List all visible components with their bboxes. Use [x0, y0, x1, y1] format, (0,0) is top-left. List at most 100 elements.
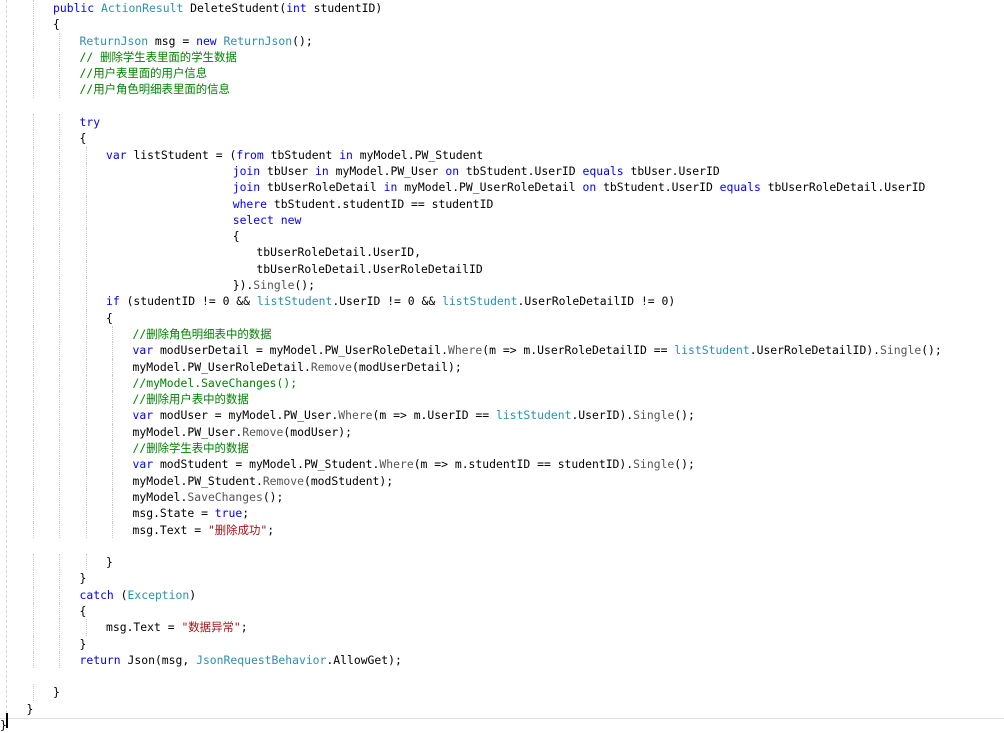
code-string: "删除成功": [207, 522, 268, 537]
code-keyword: if: [106, 294, 127, 309]
code-keyword: int: [286, 1, 307, 15]
code-token: tbUser: [267, 163, 316, 178]
indent-guide: [85, 456, 87, 473]
indent-guide: [112, 358, 113, 375]
code-line-text: var modUser = myModel.PW_User.Where(m =>…: [133, 407, 695, 423]
code-token: }).: [232, 278, 254, 293]
code-line-text: join tbUserRoleDetail in myModel.PW_User…: [233, 179, 926, 195]
indent-guide: [59, 48, 60, 66]
code-comment: //删除用户表中的数据: [132, 392, 249, 407]
indent-guide: [85, 521, 87, 538]
indent-guide: [59, 521, 60, 538]
code-keyword: new: [196, 33, 224, 48]
code-token: tbUser.UserID: [630, 163, 720, 178]
indent-guide: [85, 374, 87, 392]
code-token: ();: [674, 457, 695, 472]
indent-guide: [85, 325, 87, 343]
indent-guide: [32, 65, 34, 82]
indent-guide: [59, 505, 60, 522]
indent-guide: [59, 407, 60, 424]
indent-guide: [32, 521, 34, 538]
code-token: Single: [633, 408, 675, 423]
indent-guide: [59, 195, 60, 212]
indent-guide: [32, 488, 34, 506]
code-keyword: return: [79, 652, 128, 667]
code-token: Where: [379, 457, 414, 472]
code-comment: //删除学生表中的数据: [132, 441, 249, 456]
indent-guide: [59, 374, 60, 392]
indent-guide: [32, 195, 34, 212]
code-token: studentID): [306, 1, 383, 15]
code-token: ;: [240, 620, 248, 635]
code-token: (modStudent);: [303, 473, 394, 488]
code-token: tbUserRoleDetail.UserID,: [256, 245, 421, 260]
indent-guide: [59, 277, 60, 294]
indent-guide: [59, 423, 60, 441]
indent-guide: [32, 179, 34, 196]
code-keyword: join: [232, 180, 268, 195]
code-line-text: public ActionResult DeleteStudent(int st…: [53, 0, 382, 16]
indent-guide: [59, 228, 60, 245]
code-type: JsonRequestBehavior: [196, 652, 327, 667]
code-token: myModel.PW_Student: [359, 147, 484, 162]
code-keyword: var: [132, 408, 160, 423]
code-editor[interactable]: public ActionResult DeleteStudent(int st…: [0, 0, 1004, 732]
indent-guide: [59, 358, 60, 375]
code-line-text: myModel.PW_UserRoleDetail.Remove(modUser…: [133, 359, 462, 375]
code-token: ();: [674, 408, 695, 423]
code-line-text: var modStudent = myModel.PW_Student.Wher…: [133, 456, 695, 472]
indent-guide: [59, 146, 60, 163]
indent-guide: [85, 407, 87, 424]
code-string: "数据异常": [181, 620, 241, 635]
code-token: tbUserRoleDetail.UserID: [767, 180, 926, 195]
code-line-text: }: [106, 554, 113, 570]
indent-guide: [32, 309, 34, 326]
indent-guide: [85, 358, 87, 375]
indent-guide: [59, 440, 60, 457]
code-token: listStudent = (: [133, 147, 237, 162]
indent-guide: [32, 48, 34, 66]
code-token: {: [106, 310, 113, 325]
code-token: msg =: [148, 33, 197, 48]
code-keyword: var: [132, 343, 160, 358]
indent-guide: [32, 586, 34, 603]
code-line-text: //myModel.SaveChanges();: [133, 375, 298, 391]
code-token: .UserRoleDetailID).: [749, 343, 881, 358]
code-token: tbUserRoleDetail.UserRoleDetailID: [256, 261, 483, 276]
code-comment: //用户角色明细表里面的信息: [79, 82, 230, 97]
code-line-text: ReturnJson msg = new ReturnJson();: [80, 33, 313, 49]
code-token: }: [79, 571, 87, 586]
code-token: }: [26, 701, 34, 716]
code-line-text: tbUserRoleDetail.UserID,: [256, 244, 421, 260]
indent-guide: [59, 32, 60, 49]
indent-guide: [32, 651, 34, 669]
code-token: modUserDetail = myModel.PW_UserRoleDetai…: [159, 343, 448, 358]
indent-guide: [32, 440, 34, 457]
code-token: (modUser);: [283, 424, 352, 439]
code-line-text: //删除学生表中的数据: [133, 440, 249, 456]
code-line-text: msg.Text = "删除成功";: [133, 522, 275, 538]
code-token: tbStudent.UserID: [465, 163, 583, 178]
indent-guide: [32, 423, 34, 441]
code-token: ;: [267, 522, 275, 537]
indent-guide: [32, 570, 34, 587]
indent-guide: [112, 488, 113, 506]
indent-guide: [112, 472, 113, 489]
code-line-text: //用户角色明细表里面的信息: [80, 81, 230, 97]
code-line-text: msg.Text = "数据异常";: [106, 619, 248, 635]
code-token: tbStudent.UserID: [603, 180, 720, 195]
code-token: DeleteStudent(: [183, 1, 287, 15]
code-token: SaveChanges: [187, 489, 263, 504]
code-line-text: {: [80, 130, 87, 146]
code-type: Exception: [127, 587, 190, 602]
indent-guide: [59, 244, 60, 261]
code-keyword: try: [79, 115, 101, 130]
indent-guide: [59, 114, 60, 131]
code-token: {: [232, 229, 240, 244]
code-line-text: }: [80, 636, 87, 652]
code-token: (studentID != 0 &&: [126, 294, 257, 309]
indent-guide: [32, 32, 34, 49]
indent-guide: [32, 211, 34, 229]
code-token: {: [79, 131, 87, 146]
code-token: myModel.: [132, 489, 188, 504]
